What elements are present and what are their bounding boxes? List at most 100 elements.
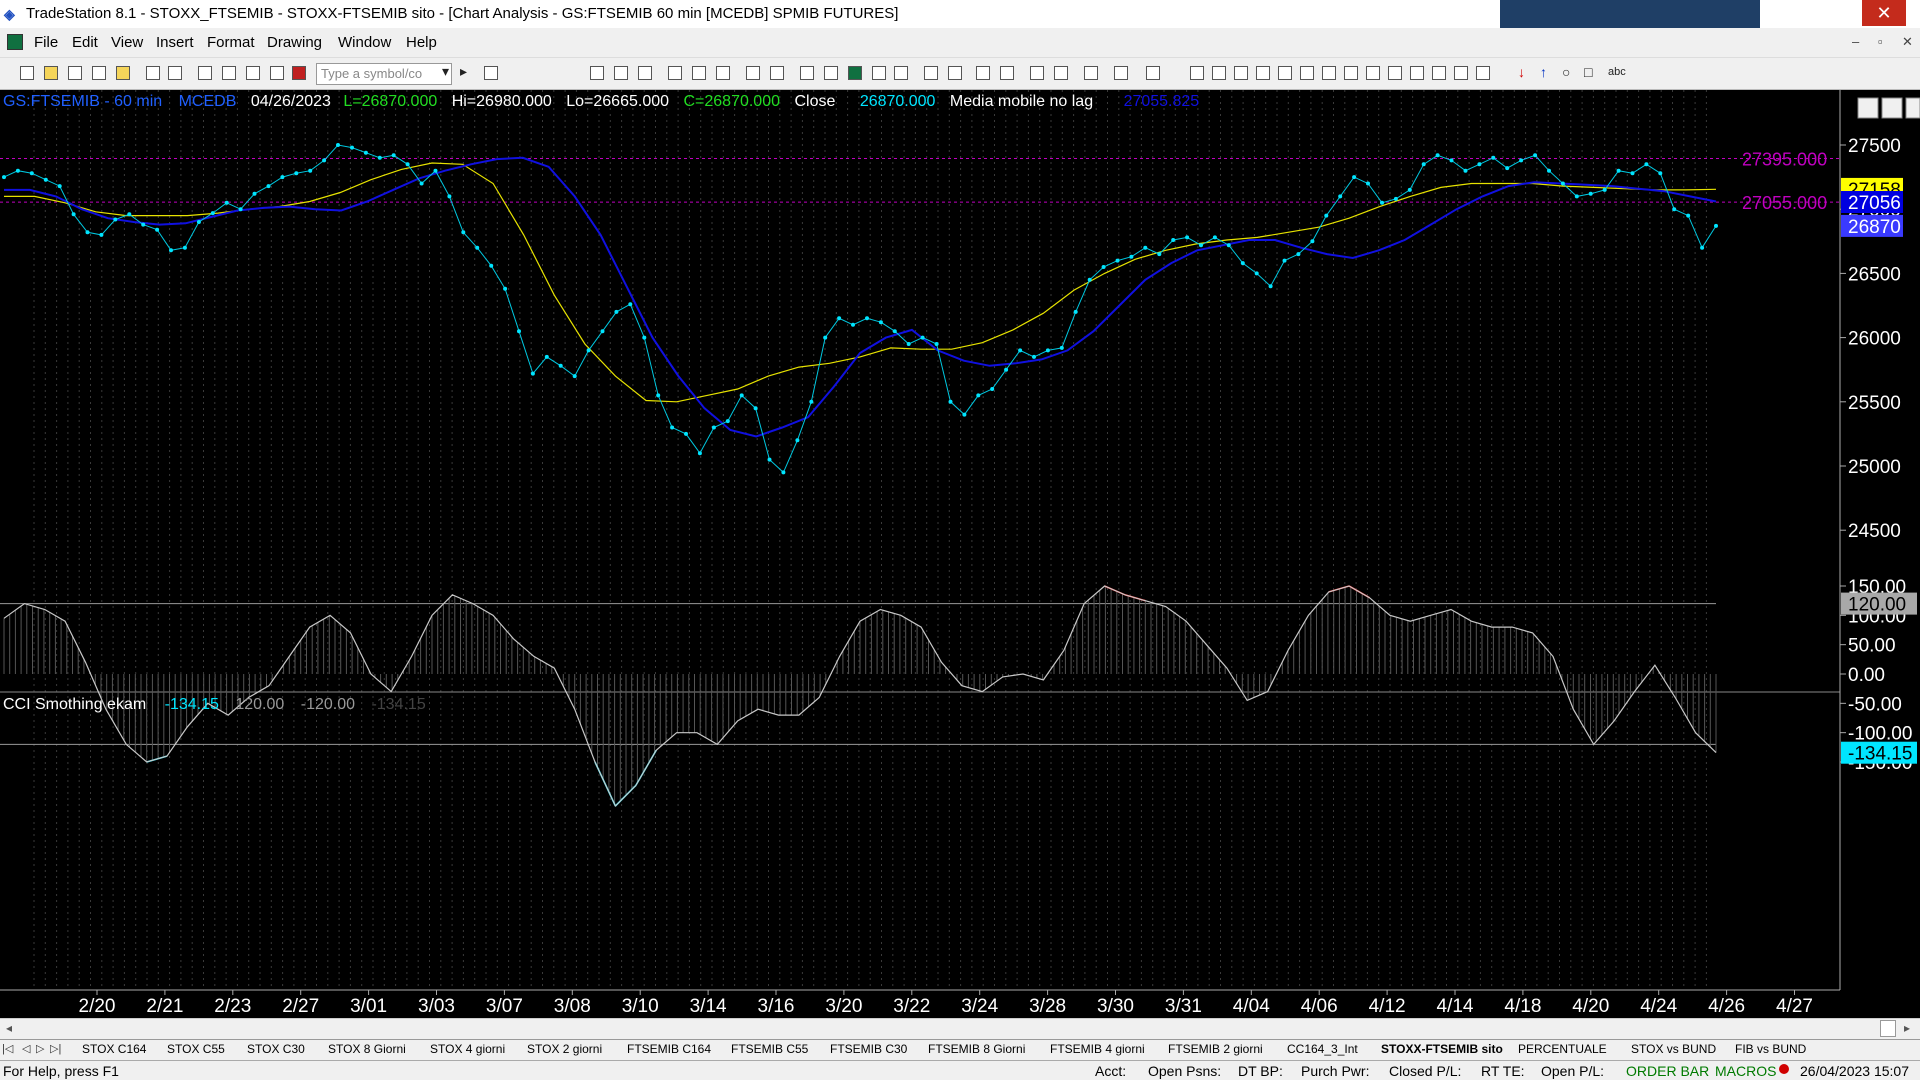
tab-prev-icon[interactable]: ◁ — [22, 1042, 30, 1055]
mdi-close-button[interactable]: ✕ — [1902, 34, 1913, 50]
tab-stoxx-ftsemib-sito[interactable]: STOXX-FTSEMIB sito — [1381, 1042, 1503, 1056]
trade-icon[interactable] — [1146, 66, 1160, 80]
print-icon[interactable] — [146, 66, 160, 80]
tab-stox-8-giorni[interactable]: STOX 8 Giorni — [328, 1042, 406, 1056]
chart-area[interactable]: 27395.000 27055.000 27500270002650026000… — [0, 90, 1920, 1018]
draw-icon[interactable] — [270, 66, 284, 80]
tab-fib-vs-bund[interactable]: FIB vs BUND — [1735, 1042, 1806, 1056]
tab-cc164-3-int[interactable]: CC164_3_Int — [1287, 1042, 1358, 1056]
chart-type-icon[interactable] — [590, 66, 604, 80]
tab-next-icon[interactable]: ▷ — [36, 1042, 44, 1055]
gann-fan-icon[interactable] — [1300, 66, 1314, 80]
chart-canvas[interactable]: 27395.000 27055.000 27500270002650026000… — [0, 90, 1920, 1018]
alerts-icon[interactable] — [1114, 66, 1128, 80]
workspace-icon[interactable] — [116, 66, 130, 80]
mdi-minimize-button[interactable]: – — [1852, 34, 1859, 49]
symbol-go-icon[interactable]: ▸ — [460, 63, 467, 80]
fibonacci-icon[interactable] — [1256, 66, 1270, 80]
menu-insert[interactable]: Insert — [156, 34, 194, 51]
chart-restore-button[interactable] — [1881, 97, 1903, 119]
insert-indicator-icon[interactable] — [668, 66, 682, 80]
symbol-lookup-icon[interactable] — [484, 66, 498, 80]
chart-minimize-button[interactable] — [1857, 97, 1879, 119]
bar-chart-icon[interactable] — [800, 66, 814, 80]
point-figure-icon[interactable] — [872, 66, 886, 80]
open-folder-icon[interactable] — [44, 66, 58, 80]
spacing-decrease-icon[interactable] — [948, 66, 962, 80]
ma-slow-line[interactable] — [4, 162, 1717, 403]
print-preview-icon[interactable] — [168, 66, 182, 80]
scroll-left-icon[interactable]: ◂ — [6, 1021, 12, 1035]
window-arrange-icon[interactable] — [222, 66, 236, 80]
scroll-right-icon[interactable]: ▸ — [1904, 1021, 1910, 1035]
status-order-bar[interactable]: ORDER BAR — [1626, 1063, 1709, 1079]
menu-edit[interactable]: Edit — [72, 34, 98, 51]
restore-button[interactable]: ❐ — [1818, 0, 1862, 26]
new-window-icon[interactable] — [92, 66, 106, 80]
freehand-icon[interactable] — [1454, 66, 1468, 80]
data-window-icon[interactable] — [770, 66, 784, 80]
pointer-icon[interactable] — [1030, 66, 1044, 80]
text-tool-icon[interactable]: abc — [1608, 66, 1626, 78]
tab-stox-c30[interactable]: STOX C30 — [247, 1042, 305, 1056]
tab-ftsemib-4-giorni[interactable]: FTSEMIB 4 giorni — [1050, 1042, 1145, 1056]
menu-format[interactable]: Format — [207, 34, 255, 51]
new-icon[interactable] — [20, 66, 34, 80]
tab-stox-2-giorni[interactable]: STOX 2 giorni — [527, 1042, 602, 1056]
insert-table-icon[interactable] — [638, 66, 652, 80]
minimize-button[interactable]: – — [1776, 0, 1820, 26]
symbol-dropdown-icon[interactable]: ▾ — [442, 63, 449, 80]
tools-icon[interactable] — [1084, 66, 1098, 80]
menu-drawing[interactable]: Drawing — [267, 34, 322, 51]
format-symbol-icon[interactable] — [614, 66, 628, 80]
horizontal-lines-icon[interactable] — [1234, 66, 1248, 80]
tab-percentuale[interactable]: PERCENTUALE — [1518, 1042, 1607, 1056]
window-list-icon[interactable] — [198, 66, 212, 80]
crosshair-icon[interactable] — [1054, 66, 1068, 80]
tab-stox-4-giorni[interactable]: STOX 4 giorni — [430, 1042, 505, 1056]
insert-strategy-icon[interactable] — [692, 66, 706, 80]
tab-ftsemib-c164[interactable]: FTSEMIB C164 — [627, 1042, 711, 1056]
tab-stox-c55[interactable]: STOX C55 — [167, 1042, 225, 1056]
parallel-lines-icon[interactable] — [1410, 66, 1424, 80]
rectangle-icon[interactable]: □ — [1584, 64, 1592, 80]
candlestick-icon[interactable] — [824, 66, 838, 80]
andrews-pitchfork-icon[interactable] — [1322, 66, 1336, 80]
zoom-in-icon[interactable] — [976, 66, 990, 80]
arrow-up-icon[interactable]: ↑ — [1540, 64, 1547, 80]
trendline-icon[interactable] — [1190, 66, 1204, 80]
line-chart-icon[interactable] — [848, 66, 862, 80]
arrow-line-icon[interactable] — [1388, 66, 1402, 80]
strategy-icon[interactable] — [292, 66, 306, 80]
refresh-icon[interactable] — [746, 66, 760, 80]
arrow-down-icon[interactable]: ↓ — [1518, 64, 1525, 80]
chart-close-button[interactable] — [1905, 97, 1920, 119]
tab-ftsemib-2-giorni[interactable]: FTSEMIB 2 giorni — [1168, 1042, 1263, 1056]
fib-time-zones-icon[interactable] — [1366, 66, 1380, 80]
menu-window[interactable]: Window — [338, 34, 391, 51]
volume-icon[interactable] — [894, 66, 908, 80]
curve-icon[interactable] — [1476, 66, 1490, 80]
ma-fast-line[interactable] — [4, 156, 1717, 438]
ellipse-icon[interactable]: ○ — [1562, 64, 1570, 80]
chart-mdi-buttons[interactable] — [1857, 97, 1920, 119]
tab-stox-vs-bund[interactable]: STOX vs BUND — [1631, 1042, 1716, 1056]
mdi-restore-button[interactable]: ▫ — [1878, 34, 1883, 49]
speed-lines-icon[interactable] — [1278, 66, 1292, 80]
chart-window-icon[interactable] — [7, 34, 23, 50]
tab-ftsemib-c30[interactable]: FTSEMIB C30 — [830, 1042, 907, 1056]
status-macros[interactable]: MACROS — [1715, 1063, 1776, 1079]
vertical-line-icon[interactable] — [1212, 66, 1226, 80]
price-line[interactable] — [3, 144, 1717, 474]
menu-help[interactable]: Help — [406, 34, 437, 51]
zoom-out-icon[interactable] — [1000, 66, 1014, 80]
lock-icon[interactable] — [246, 66, 260, 80]
tab-last-icon[interactable]: ▷| — [50, 1042, 61, 1055]
tab-stox-c164[interactable]: STOX C164 — [82, 1042, 146, 1056]
showme-icon[interactable] — [716, 66, 730, 80]
spacing-increase-icon[interactable] — [924, 66, 938, 80]
scroll-thumb[interactable] — [1880, 1020, 1896, 1037]
tab-ftsemib-8-giorni[interactable]: FTSEMIB 8 Giorni — [928, 1042, 1025, 1056]
arc-icon[interactable] — [1432, 66, 1446, 80]
copy-icon[interactable] — [68, 66, 82, 80]
